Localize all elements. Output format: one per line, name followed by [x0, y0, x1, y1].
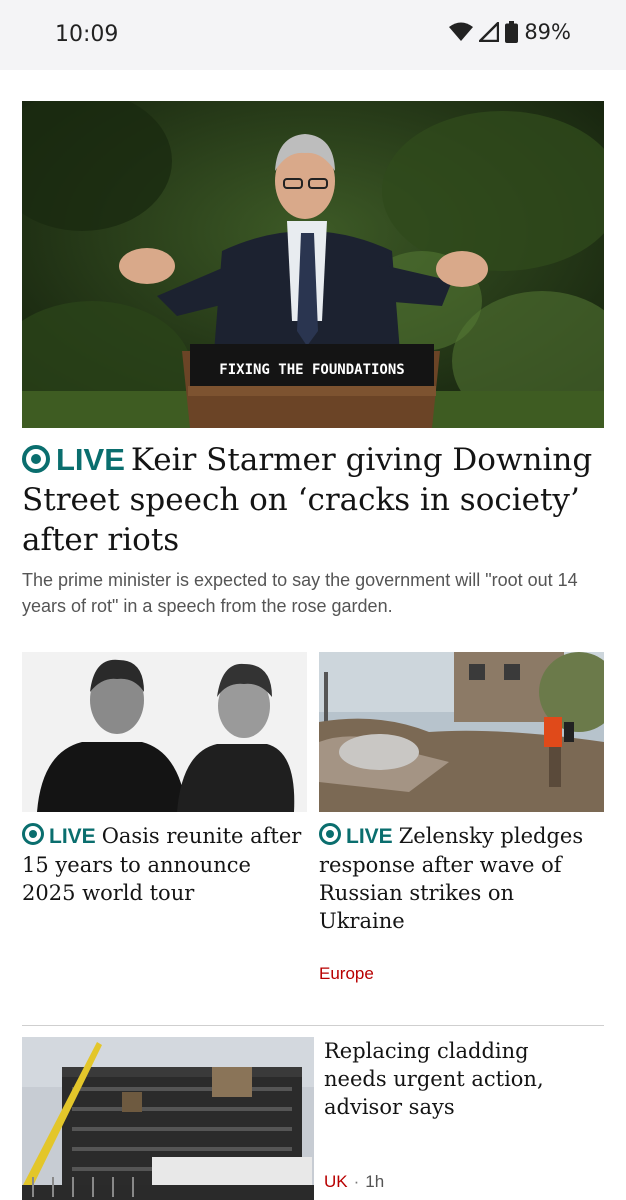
meta-separator: · — [353, 1172, 360, 1191]
oasis-image[interactable] — [22, 652, 307, 812]
live-icon — [22, 445, 50, 473]
hero-summary: The prime minister is expected to say th… — [22, 570, 578, 616]
ukraine-image[interactable] — [319, 652, 604, 812]
live-icon — [319, 823, 341, 845]
status-icons: 89% — [449, 20, 571, 44]
status-bar: 10:09 89% — [0, 0, 626, 70]
hero-headline-link[interactable]: LIVE Keir Starmer giving Downing Street s… — [22, 440, 607, 560]
zelensky-headline-link[interactable]: LIVE Zelensky pledges response after wave… — [319, 822, 604, 935]
uk-tag-link[interactable]: UK — [324, 1172, 348, 1191]
story-meta: UK · 1h — [324, 1172, 384, 1192]
story-time: 1h — [365, 1172, 385, 1191]
live-icon — [22, 823, 44, 845]
podium-sign-text: FIXING THE FOUNDATIONS — [219, 362, 404, 378]
wifi-icon — [449, 22, 474, 41]
live-label: LIVE — [56, 442, 125, 477]
cladding-headline: Replacing cladding needs urgent action, … — [324, 1039, 544, 1119]
battery-percent: 89% — [524, 20, 571, 44]
cell-signal-icon — [479, 22, 500, 42]
section-divider — [22, 1025, 604, 1026]
oasis-headline-link[interactable]: LIVE Oasis reunite after 15 years to anno… — [22, 822, 302, 907]
live-label: LIVE — [49, 825, 96, 848]
battery-icon — [505, 21, 519, 43]
live-label: LIVE — [346, 825, 393, 848]
europe-tag-link[interactable]: Europe — [319, 964, 374, 984]
hero-image[interactable]: FIXING THE FOUNDATIONS — [22, 101, 604, 428]
cladding-headline-link[interactable]: Replacing cladding needs urgent action, … — [324, 1037, 594, 1121]
status-time: 10:09 — [55, 22, 119, 47]
cladding-image[interactable] — [22, 1037, 314, 1200]
